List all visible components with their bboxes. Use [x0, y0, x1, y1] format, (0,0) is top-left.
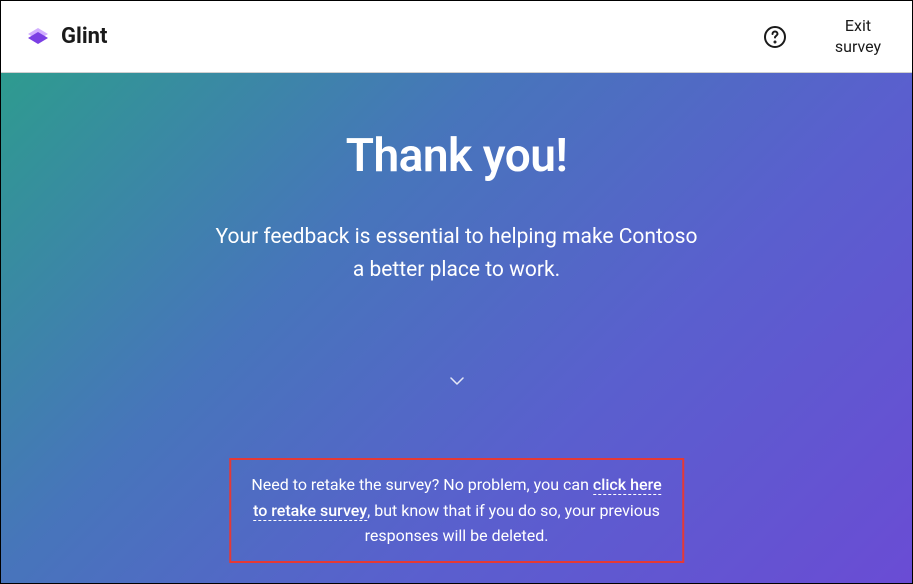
header-left: Glint [25, 24, 107, 50]
exit-survey-button[interactable]: Exit survey [828, 16, 888, 58]
feedback-message: Your feedback is essential to helping ma… [216, 221, 698, 286]
brand-name: Glint [61, 24, 107, 49]
feedback-line-1: Your feedback is essential to helping ma… [216, 221, 698, 254]
thank-you-title: Thank you! [346, 129, 568, 183]
retake-suffix: , but know that if you do so, your previ… [365, 501, 660, 546]
help-icon[interactable] [762, 24, 788, 50]
chevron-down-icon[interactable] [449, 376, 465, 386]
glint-logo-icon [25, 24, 51, 50]
feedback-line-2: a better place to work. [216, 254, 698, 287]
main-panel: Thank you! Your feedback is essential to… [1, 73, 912, 583]
app-header: Glint Exit survey [1, 1, 912, 73]
retake-prefix: Need to retake the survey? No problem, y… [251, 475, 593, 494]
header-right: Exit survey [762, 16, 888, 58]
retake-survey-notice: Need to retake the survey? No problem, y… [229, 458, 685, 563]
